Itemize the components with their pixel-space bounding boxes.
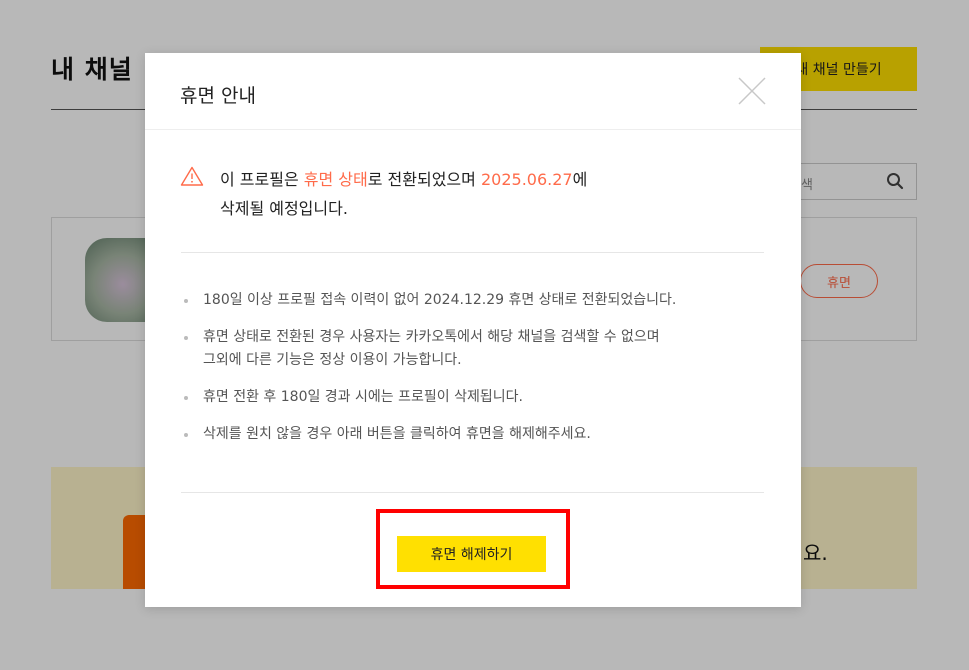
footer-divider xyxy=(181,492,764,493)
info-item: 삭제를 원치 않을 경우 아래 버튼을 클릭하여 휴면을 해제해주세요. xyxy=(181,423,771,446)
notice-text: 이 프로필은 휴면 상태로 전환되었으며 2025.06.27에 삭제될 예정입… xyxy=(220,165,587,223)
info-list: 180일 이상 프로필 접속 이력이 없어 2024.12.29 휴면 상태로 … xyxy=(181,289,771,460)
highlight-box: 휴면 해제하기 xyxy=(376,509,570,589)
notice-prefix: 이 프로필은 xyxy=(220,170,304,189)
modal-header: 휴면 안내 xyxy=(145,53,801,130)
info-item: 휴면 전환 후 180일 경과 시에는 프로필이 삭제됩니다. xyxy=(181,386,771,409)
release-dormant-button[interactable]: 휴면 해제하기 xyxy=(397,536,546,572)
notice-status: 휴면 상태 xyxy=(303,170,368,189)
notice-middle: 로 전환되었으며 xyxy=(367,170,481,189)
dormant-notice-modal: 휴면 안내 이 프로필은 휴면 상태로 전환되었으며 2025.06.27에 삭… xyxy=(145,53,801,607)
notice-divider xyxy=(181,252,764,253)
notice-line2: 삭제될 예정입니다. xyxy=(220,199,348,218)
notice-date: 2025.06.27 xyxy=(480,170,573,189)
modal-title: 휴면 안내 xyxy=(180,85,256,107)
close-icon[interactable] xyxy=(737,76,767,106)
info-item: 180일 이상 프로필 접속 이력이 없어 2024.12.29 휴면 상태로 … xyxy=(181,289,771,312)
warning-icon xyxy=(180,166,204,190)
info-item: 휴면 상태로 전환된 경우 사용자는 카카오톡에서 해당 채널을 검색할 수 없… xyxy=(181,326,771,372)
notice-suffix: 에 xyxy=(572,170,588,189)
